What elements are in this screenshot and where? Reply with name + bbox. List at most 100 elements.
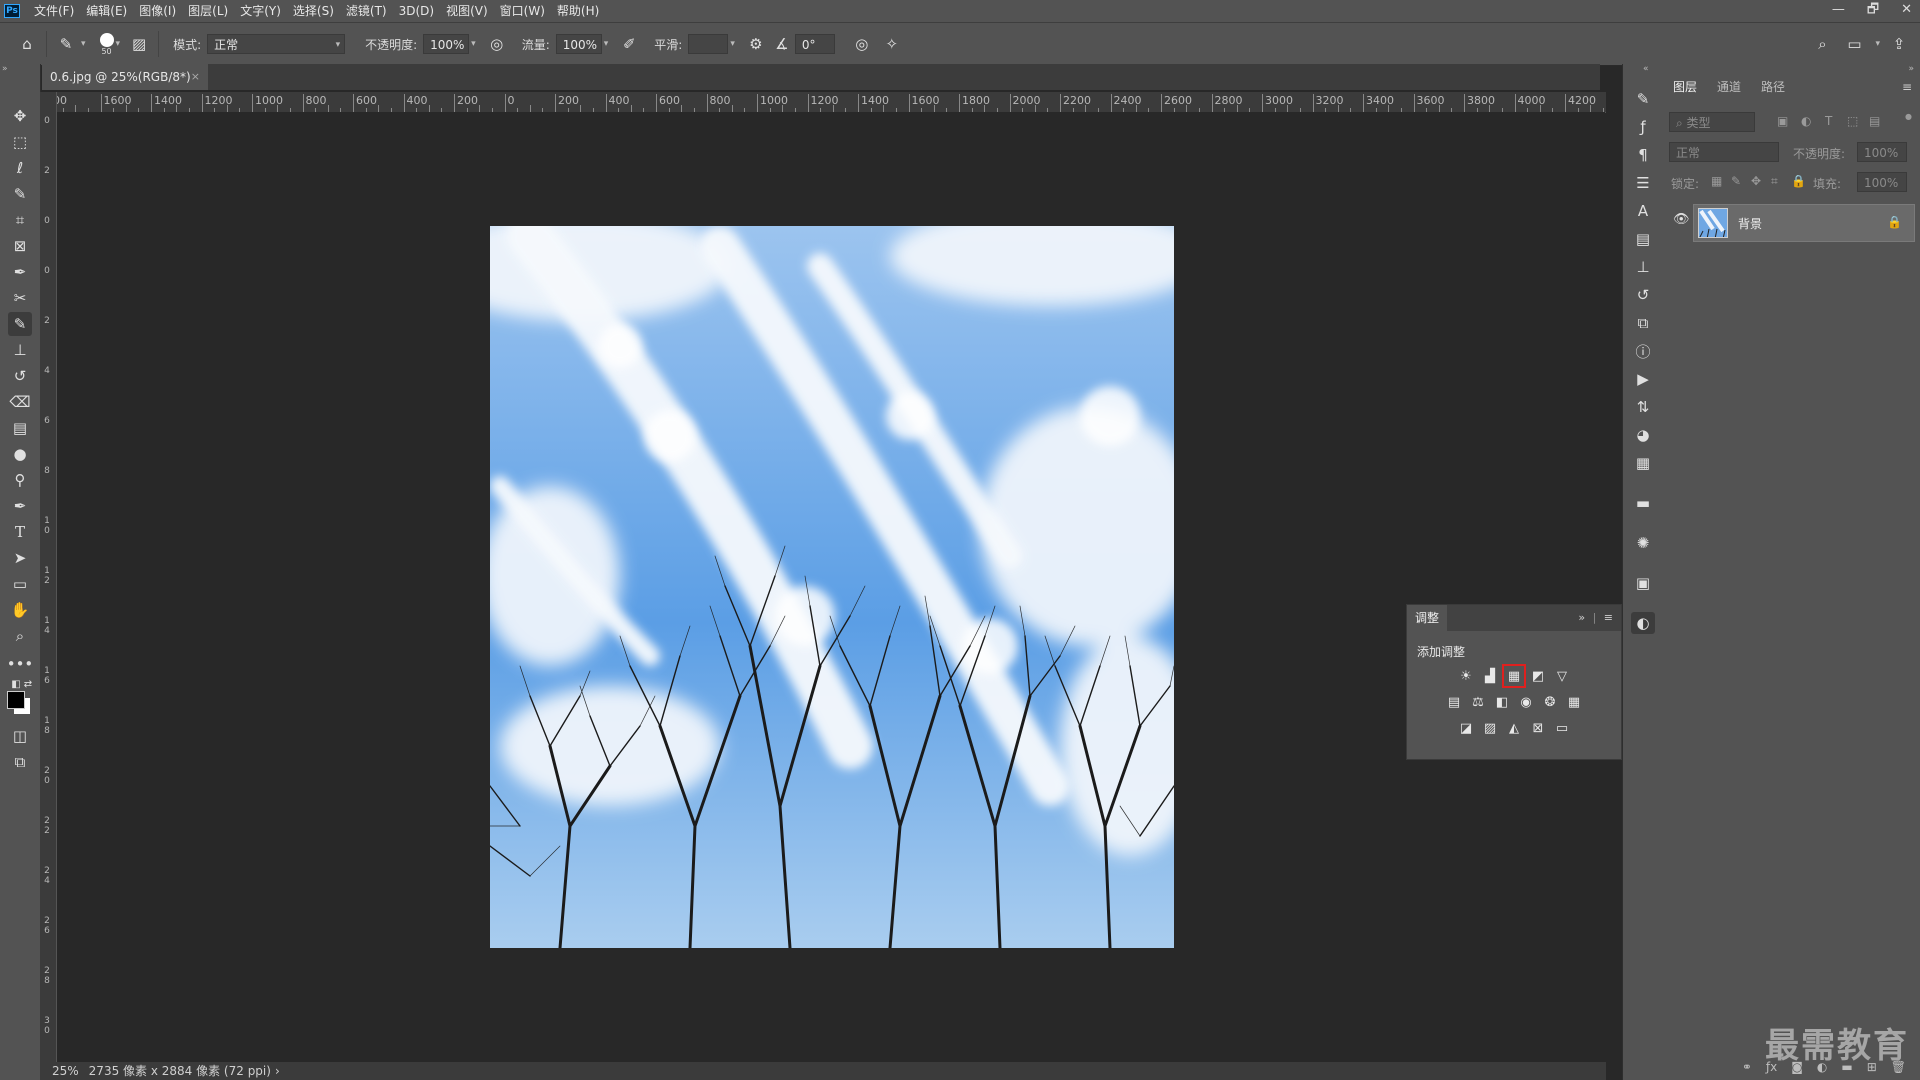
frame-tool-icon[interactable]: ⊠ <box>8 234 32 258</box>
character-panel-icon[interactable]: A <box>1631 200 1655 222</box>
color-lookup-icon[interactable]: ▦ <box>1565 693 1583 711</box>
adjustments-panel-header[interactable]: 调整 » | ≡ <box>1407 605 1621 631</box>
tool-presets-panel-icon[interactable]: ⧉ <box>1631 312 1655 334</box>
color-balance-icon[interactable]: ⚖ <box>1469 693 1487 711</box>
smoothing-caret-icon[interactable]: ▾ <box>730 39 735 49</box>
collapse-tools-icon[interactable]: » <box>2 64 8 74</box>
home-icon[interactable]: ⌂ <box>14 31 40 57</box>
selective-color-icon[interactable]: ⊠ <box>1529 719 1547 737</box>
history-brush-tool-icon[interactable]: ↺ <box>8 364 32 388</box>
horizontal-ruler[interactable]: 0016001400120010008006004002000200400600… <box>56 92 1606 113</box>
flow-caret-icon[interactable]: ▾ <box>604 39 609 49</box>
gradient-map-icon[interactable]: ▭ <box>1553 719 1571 737</box>
workspace-caret-icon[interactable]: ▾ <box>1875 39 1880 49</box>
tab-channels[interactable]: 通道 <box>1707 74 1751 100</box>
layer-opacity-input[interactable]: 100% <box>1857 142 1907 162</box>
adjustments-panel-icon[interactable]: ◐ <box>1631 612 1655 634</box>
share-icon[interactable]: ⇪ <box>1886 31 1912 57</box>
menu-item[interactable]: 滤镜(T) <box>340 0 393 22</box>
screen-mode-icon[interactable]: ⧉ <box>8 750 32 774</box>
opacity-input[interactable]: 100% <box>423 34 470 54</box>
threshold-icon[interactable]: ◭ <box>1505 719 1523 737</box>
search-icon[interactable]: ⌕ <box>1809 31 1835 57</box>
brush-tool-icon[interactable]: ✎ <box>8 312 32 336</box>
menu-item[interactable]: 文字(Y) <box>234 0 287 22</box>
brush-size-caret-icon[interactable]: ▾ <box>116 39 121 49</box>
invert-icon[interactable]: ◪ <box>1457 719 1475 737</box>
document-tab[interactable]: 0.6.jpg @ 25%(RGB/8*) × <box>42 64 208 90</box>
pressure-size-icon[interactable]: ◎ <box>849 31 875 57</box>
flow-input[interactable]: 100% <box>555 34 602 54</box>
eyedropper-tool-icon[interactable]: ✒ <box>8 260 32 284</box>
airbrush-icon[interactable]: ✐ <box>616 31 642 57</box>
libraries-panel-icon[interactable]: ▤ <box>1631 228 1655 250</box>
menu-item[interactable]: 文件(F) <box>28 0 80 22</box>
lasso-tool-icon[interactable]: ℓ <box>8 156 32 180</box>
menu-item[interactable]: 图层(L) <box>182 0 234 22</box>
layer-filter-select[interactable]: ⌕ 类型 <box>1669 112 1755 132</box>
photo-filter-icon[interactable]: ◉ <box>1517 693 1535 711</box>
color-panel-icon[interactable]: ◕ <box>1631 424 1655 446</box>
tab-layers[interactable]: 图层 <box>1663 74 1708 100</box>
exposure-icon[interactable]: ◩ <box>1529 667 1547 685</box>
filter-shape-icon[interactable]: ⬚ <box>1847 114 1858 128</box>
layer-lock-icon[interactable]: 🔒 <box>1887 215 1902 229</box>
healing-brush-tool-icon[interactable]: ✂ <box>8 286 32 310</box>
close-tab-icon[interactable]: × <box>191 64 200 90</box>
lock-all-icon[interactable]: 🔒 <box>1791 174 1806 188</box>
type-tool-icon[interactable]: T <box>8 520 32 544</box>
rectangle-tool-icon[interactable]: ▭ <box>8 572 32 596</box>
channel-mixer-icon[interactable]: ❂ <box>1541 693 1559 711</box>
filter-pixel-icon[interactable]: ▣ <box>1777 114 1788 128</box>
symmetry-icon[interactable]: ✧ <box>879 31 905 57</box>
styles-panel-icon[interactable]: ƒ <box>1631 116 1655 138</box>
layer-comps-panel-icon[interactable]: ⇅ <box>1631 396 1655 418</box>
collapse-panels-icon[interactable]: » <box>1908 64 1914 74</box>
swatches-panel-icon[interactable]: ▦ <box>1631 452 1655 474</box>
brush-tool-icon[interactable]: ✎ <box>53 31 79 57</box>
hue-saturation-icon[interactable]: ▤ <box>1445 693 1463 711</box>
blur-tool-icon[interactable]: ● <box>8 442 32 466</box>
adjustments-menu-icon[interactable]: ≡ <box>1604 611 1613 624</box>
menu-item[interactable]: 图像(I) <box>133 0 182 22</box>
dodge-tool-icon[interactable]: ⚲ <box>8 468 32 492</box>
move-tool-icon[interactable]: ✥ <box>8 104 32 128</box>
brush-settings-panel-icon[interactable]: ✎ <box>1631 88 1655 110</box>
brush-preset-caret-icon[interactable]: ▾ <box>81 39 86 49</box>
smoothing-input[interactable] <box>688 34 729 54</box>
document-image[interactable] <box>490 226 1174 948</box>
adjustments-panel-title[interactable]: 调整 <box>1407 605 1448 631</box>
menu-item[interactable]: 3D(D) <box>393 0 440 22</box>
lock-position-icon[interactable]: ✥ <box>1751 174 1761 188</box>
brush-size-picker[interactable]: 50 <box>99 32 114 56</box>
mode-select[interactable]: 正常 ▾ <box>207 34 346 54</box>
info-panel-icon[interactable]: ⓘ <box>1631 340 1655 362</box>
ruler-origin[interactable] <box>40 92 57 113</box>
vibrance-icon[interactable]: ▽ <box>1553 667 1571 685</box>
lock-artboard-icon[interactable]: ⌗ <box>1771 174 1778 189</box>
actions-panel-icon[interactable]: ▶ <box>1631 368 1655 390</box>
zoom-level[interactable]: 25% <box>40 1062 89 1080</box>
vertical-ruler[interactable]: 020024681012141618202224262830 <box>40 112 57 1062</box>
brightness-contrast-icon[interactable]: ☀ <box>1457 667 1475 685</box>
lock-pixels-icon[interactable]: ✎ <box>1731 174 1741 188</box>
layer-row-background[interactable]: 背景 🔒 <box>1693 204 1915 242</box>
status-menu-arrow-icon[interactable]: › <box>271 1062 280 1080</box>
marquee-tool-icon[interactable]: ⬚ <box>8 130 32 154</box>
gradient-tool-icon[interactable]: ▤ <box>8 416 32 440</box>
menu-item[interactable]: 编辑(E) <box>80 0 133 22</box>
zoom-tool-icon[interactable]: ⌕ <box>8 624 32 648</box>
restore-icon[interactable]: 🗗 <box>1867 0 1879 20</box>
layer-visibility-eye-icon[interactable]: 👁 <box>1673 212 1690 227</box>
workspace-icon[interactable]: ▭ <box>1841 31 1867 57</box>
minimize-icon[interactable]: — <box>1832 0 1845 20</box>
tab-paths[interactable]: 路径 <box>1751 74 1795 100</box>
properties-panel-icon[interactable]: ☰ <box>1631 172 1655 194</box>
crop-tool-icon[interactable]: ⌗ <box>8 208 32 232</box>
gear-icon[interactable]: ⚙ <box>743 31 769 57</box>
navigator-panel-icon[interactable]: ✺ <box>1631 532 1655 554</box>
opacity-caret-icon[interactable]: ▾ <box>471 39 476 49</box>
collapse-panel-icon[interactable]: » <box>1578 611 1585 624</box>
paragraph-panel-icon[interactable]: ¶ <box>1631 144 1655 166</box>
foreground-color-swatch[interactable] <box>7 691 25 709</box>
